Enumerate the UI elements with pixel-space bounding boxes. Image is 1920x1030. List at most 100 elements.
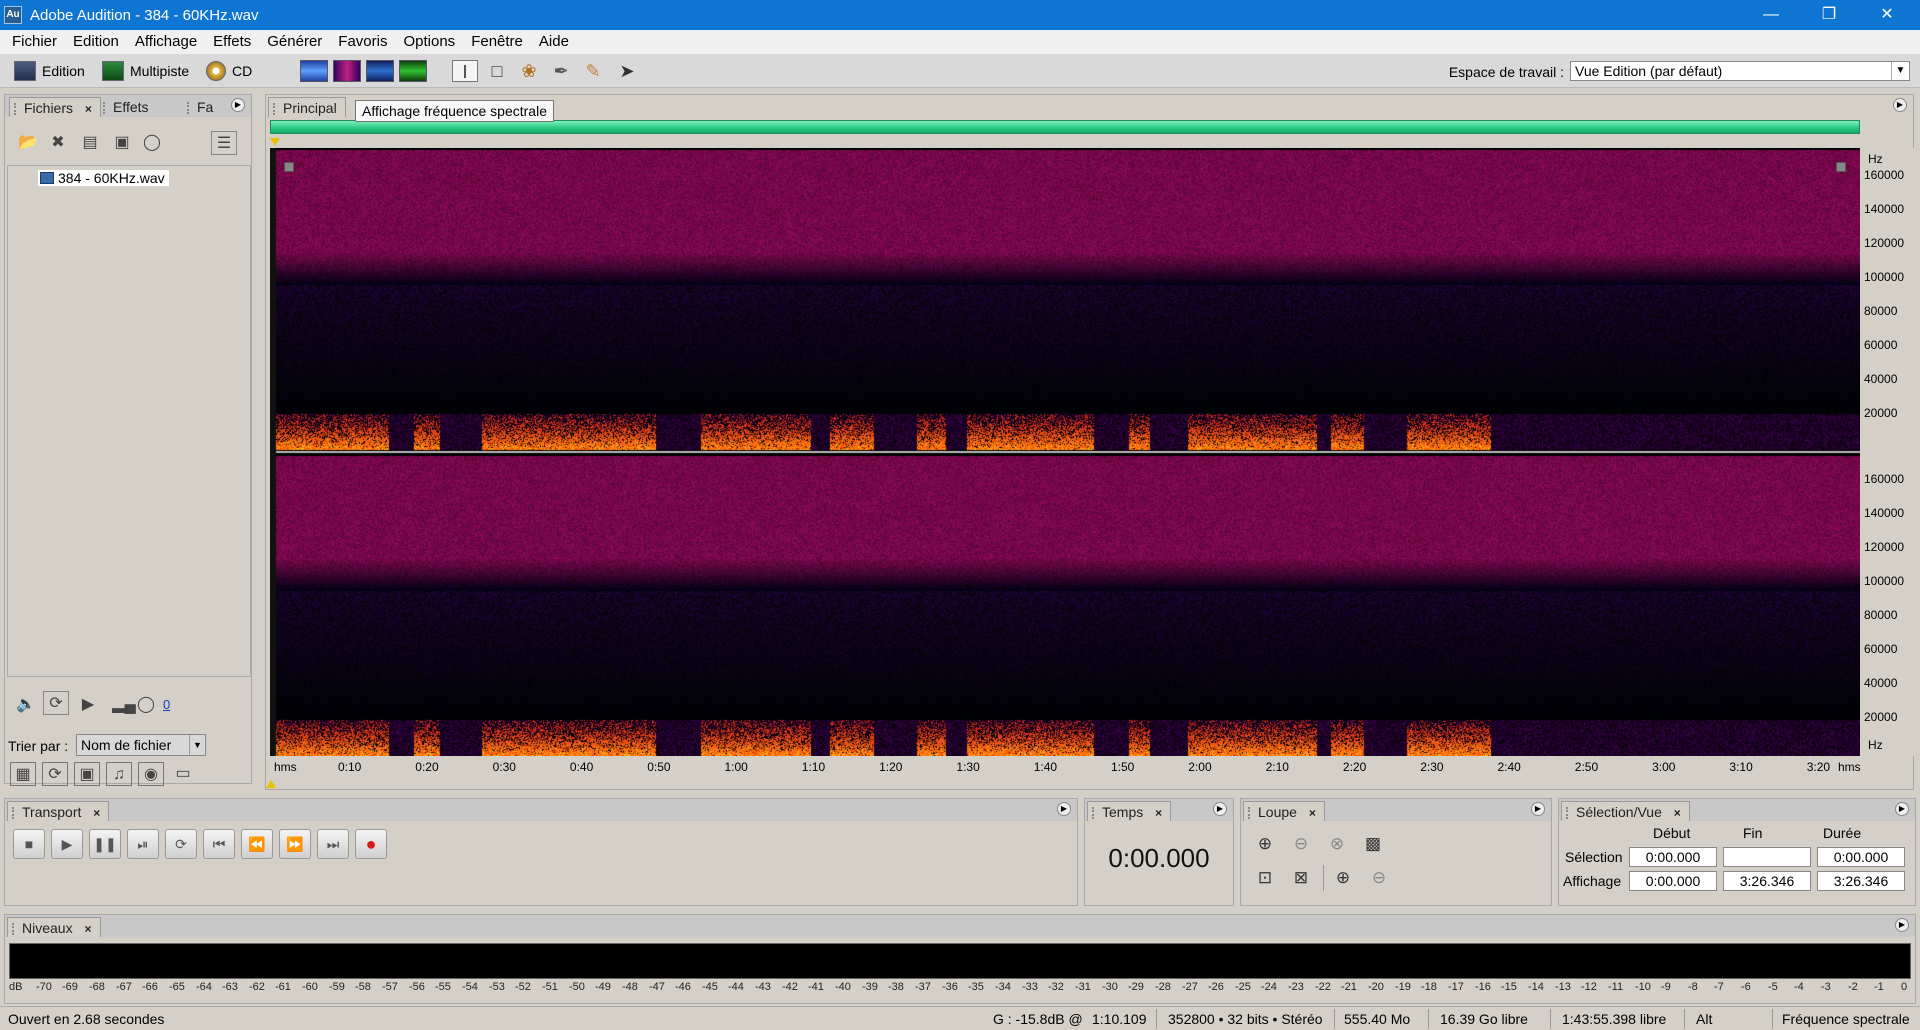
zoom-out-vertical-icon[interactable]: ⊖ <box>1365 865 1393 891</box>
zoom-in-horizontal-icon[interactable]: ⊕ <box>1251 831 1279 857</box>
spectral-frequency-display-icon[interactable] <box>333 60 361 82</box>
tab-temps[interactable]: Temps × <box>1087 801 1172 821</box>
overview-bar[interactable] <box>270 120 1860 134</box>
zoom-in-vertical-icon[interactable]: ⊕ <box>1329 865 1357 891</box>
show-audio-files-icon[interactable]: ▦ <box>10 762 36 786</box>
menu-favoris[interactable]: Favoris <box>330 30 395 54</box>
file-item[interactable]: 384 - 60KHz.wav <box>38 170 169 186</box>
panel-menu-icon[interactable]: ▶ <box>1895 802 1909 816</box>
time-selection-tool-icon[interactable]: I <box>452 60 478 82</box>
go-to-start-button[interactable]: ⏮ <box>203 829 235 859</box>
workspace-select[interactable]: Vue Edition (par défaut) ▼ <box>1570 61 1910 81</box>
waveform-display-icon[interactable] <box>300 60 328 82</box>
selection-start-field[interactable]: 0:00.000 <box>1629 847 1717 867</box>
selection-end-field[interactable] <box>1723 847 1811 867</box>
insert-multitrack-icon[interactable]: ▤ <box>77 131 103 155</box>
show-midi-icon[interactable]: ♫ <box>106 762 132 786</box>
zoom-left-edge-icon[interactable]: ⊡ <box>1251 865 1279 891</box>
restore-button[interactable]: ❐ <box>1800 0 1858 30</box>
close-window-button[interactable]: ✕ <box>1858 0 1916 30</box>
menu-options[interactable]: Options <box>395 30 463 54</box>
show-video-icon[interactable]: ▣ <box>74 762 100 786</box>
panel-menu-icon[interactable]: ▶ <box>1057 802 1071 816</box>
autoplay-speaker-icon[interactable]: 🔈 <box>13 693 39 717</box>
lasso-tool-icon[interactable]: ❀ <box>516 60 542 82</box>
spectral-phase-display-icon[interactable] <box>399 60 427 82</box>
tab-favoris[interactable]: Fa <box>183 97 221 117</box>
view-end-field[interactable]: 3:26.346 <box>1723 871 1811 891</box>
tab-fichiers[interactable]: Fichiers × <box>9 97 101 117</box>
fast-forward-button[interactable]: ⏩ <box>279 829 311 859</box>
sort-select[interactable]: Nom de fichier ▼ <box>76 734 206 756</box>
close-file-icon[interactable]: ✖ <box>45 131 71 155</box>
close-icon[interactable]: × <box>85 102 92 116</box>
spectral-display[interactable] <box>270 148 1860 756</box>
tab-effets[interactable]: Effets <box>99 97 157 117</box>
show-cd-icon[interactable]: ▭ <box>170 762 196 786</box>
close-icon[interactable]: × <box>1309 806 1316 820</box>
panel-menu-icon[interactable]: ▶ <box>1895 918 1909 932</box>
fade-out-handle-icon[interactable] <box>1836 162 1846 172</box>
brush-tool-icon[interactable]: ✒ <box>548 60 574 82</box>
panel-menu-icon[interactable]: ▶ <box>1893 98 1907 112</box>
spot-healing-tool-icon[interactable]: ✎ <box>580 60 606 82</box>
multipiste-view-button[interactable]: Multipiste <box>102 59 189 83</box>
hybrid-tool-icon[interactable]: ➤ <box>614 60 640 82</box>
loop-play-button[interactable]: ⟳ <box>165 829 197 859</box>
menu-aide[interactable]: Aide <box>531 30 577 54</box>
play-to-end-button[interactable]: ⏯ <box>127 829 159 859</box>
show-sessions-icon[interactable]: ◉ <box>138 762 164 786</box>
cd-view-button[interactable]: CD <box>206 59 252 83</box>
show-loops-icon[interactable]: ⟳ <box>42 762 68 786</box>
panel-menu-icon[interactable]: ▶ <box>1213 802 1227 816</box>
menu-fenetre[interactable]: Fenêtre <box>463 30 531 54</box>
record-button[interactable]: ● <box>355 829 387 859</box>
edition-view-button[interactable]: Edition <box>14 59 85 83</box>
close-icon[interactable]: × <box>84 922 91 936</box>
close-icon[interactable]: × <box>1674 806 1681 820</box>
go-to-end-button[interactable]: ⏭ <box>317 829 349 859</box>
menu-fichier[interactable]: Fichier <box>4 30 65 54</box>
spectrogram-canvas[interactable] <box>270 148 1860 756</box>
view-duration-field[interactable]: 3:26.346 <box>1817 871 1905 891</box>
fade-in-handle-icon[interactable] <box>284 162 294 172</box>
menu-edition[interactable]: Edition <box>65 30 127 54</box>
open-file-icon[interactable]: 📂 <box>15 131 41 155</box>
tab-niveaux[interactable]: Niveaux × <box>7 917 101 937</box>
close-icon[interactable]: × <box>93 806 100 820</box>
menu-effets[interactable]: Effets <box>205 30 259 54</box>
pause-button[interactable]: ❚❚ <box>89 829 121 859</box>
zoom-out-horizontal-icon[interactable]: ⊖ <box>1287 831 1315 857</box>
play-button[interactable]: ▶ <box>51 829 83 859</box>
import-icon[interactable]: ◯ <box>139 131 165 155</box>
zoom-right-edge-icon[interactable]: ⊠ <box>1287 865 1315 891</box>
panel-menu-icon[interactable]: ▶ <box>231 98 245 112</box>
playhead-marker-icon[interactable] <box>270 138 280 146</box>
minimize-button[interactable]: — <box>1742 0 1800 30</box>
view-start-field[interactable]: 0:00.000 <box>1629 871 1717 891</box>
view-options-icon[interactable]: ☰ <box>211 131 237 155</box>
tab-selection-vue[interactable]: Sélection/Vue × <box>1561 801 1690 821</box>
spectral-pan-display-icon[interactable] <box>366 60 394 82</box>
volume-value[interactable]: 0 <box>163 697 170 712</box>
frequency-ruler[interactable]: Hz 160000 140000 120000 100000 80000 60000 400… <box>1860 148 1914 756</box>
loop-icon[interactable]: ⟳ <box>43 691 69 715</box>
close-icon[interactable]: × <box>1155 806 1162 820</box>
menu-affichage[interactable]: Affichage <box>127 30 205 54</box>
rewind-button[interactable]: ⏪ <box>241 829 273 859</box>
zoom-out-full-icon[interactable]: ⊗ <box>1323 831 1351 857</box>
play-preview-icon[interactable]: ▶ <box>75 693 101 717</box>
time-ruler[interactable]: hms 0:10 0:20 0:30 0:40 0:50 1:00 1:10 1:20 1:30… <box>270 756 1914 778</box>
panel-menu-icon[interactable]: ▶ <box>1531 802 1545 816</box>
stop-button[interactable]: ■ <box>13 829 45 859</box>
tab-loupe[interactable]: Loupe × <box>1243 801 1325 821</box>
volume-knob-icon[interactable]: ◯ <box>133 693 159 717</box>
cursor-marker-icon[interactable] <box>266 780 276 788</box>
tab-transport[interactable]: Transport × <box>7 801 110 821</box>
selection-duration-field[interactable]: 0:00.000 <box>1817 847 1905 867</box>
insert-cd-icon[interactable]: ▣ <box>109 131 135 155</box>
marquee-selection-tool-icon[interactable]: □ <box>484 60 510 82</box>
menu-generer[interactable]: Générer <box>259 30 330 54</box>
zoom-selection-icon[interactable]: ▩ <box>1359 831 1387 857</box>
tab-principal[interactable]: Principal <box>268 97 346 117</box>
